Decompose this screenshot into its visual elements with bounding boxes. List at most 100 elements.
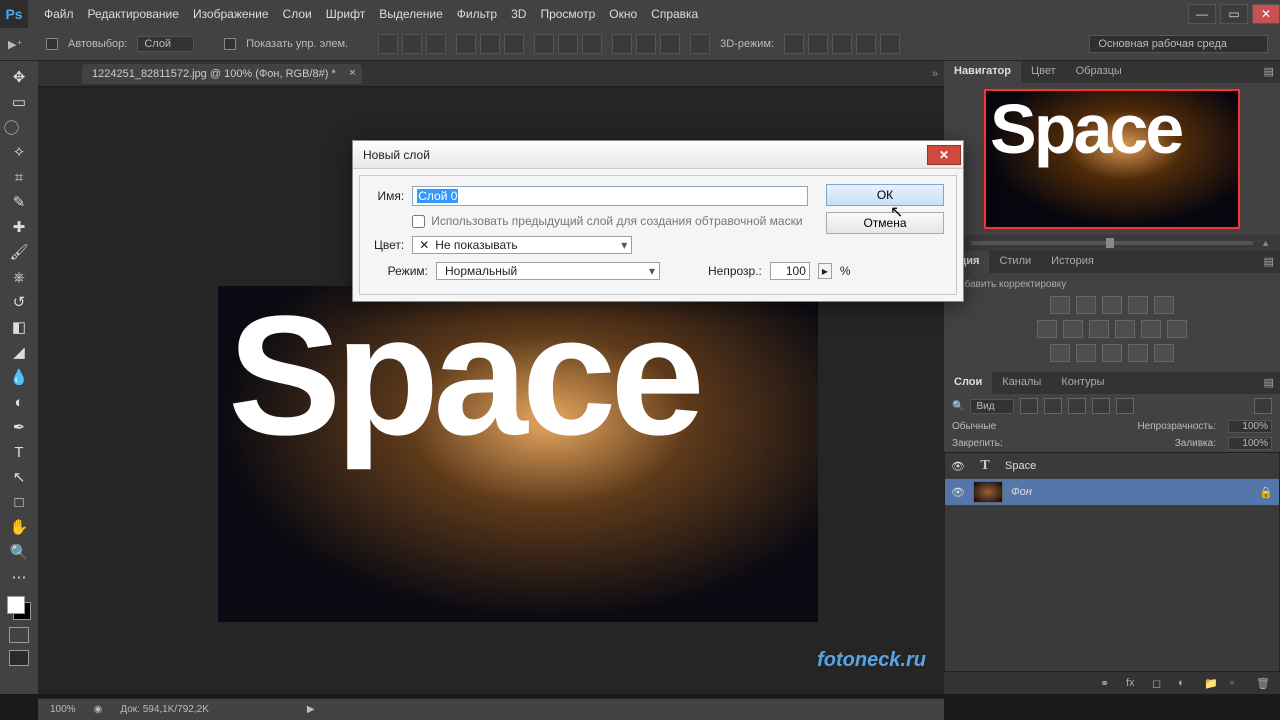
- shape-tool-icon[interactable]: □: [5, 490, 33, 514]
- brush-tool-icon[interactable]: 🖌: [5, 240, 33, 264]
- distribute-icon[interactable]: [636, 34, 656, 54]
- lasso-tool-icon[interactable]: ⃝: [5, 115, 33, 139]
- filter-toggle-icon[interactable]: [1254, 398, 1272, 414]
- adj-icon[interactable]: [1037, 320, 1057, 338]
- adj-icon[interactable]: [1115, 320, 1135, 338]
- filter-smart-icon[interactable]: [1116, 398, 1134, 414]
- mode-dropdown[interactable]: Нормальный ▾: [436, 262, 660, 280]
- 3d-icon[interactable]: [808, 34, 828, 54]
- ok-button[interactable]: ОК: [826, 184, 944, 206]
- zoom-level[interactable]: 100%: [50, 704, 76, 715]
- dialog-opacity-input[interactable]: 100: [770, 262, 810, 280]
- crop-tool-icon[interactable]: ⌗: [5, 165, 33, 189]
- menu-view[interactable]: Просмотр: [540, 7, 595, 21]
- adj-icon[interactable]: [1128, 296, 1148, 314]
- align-icon[interactable]: [378, 34, 398, 54]
- tab-styles[interactable]: Стили: [989, 251, 1041, 273]
- layer-name[interactable]: Фон: [1011, 486, 1251, 498]
- adj-icon[interactable]: [1167, 320, 1187, 338]
- name-input[interactable]: Слой 0: [412, 186, 808, 206]
- align-icon[interactable]: [456, 34, 476, 54]
- hand-tool-icon[interactable]: ✋: [5, 515, 33, 539]
- mask-icon[interactable]: ◻: [1152, 677, 1168, 690]
- 3d-icon[interactable]: [856, 34, 876, 54]
- arrange-icon[interactable]: [690, 34, 710, 54]
- minimize-button[interactable]: —: [1188, 4, 1216, 24]
- opacity-value[interactable]: 100%: [1228, 420, 1272, 433]
- tab-color[interactable]: Цвет: [1021, 61, 1066, 83]
- adj-icon[interactable]: [1050, 296, 1070, 314]
- tab-layers[interactable]: Слои: [944, 372, 992, 394]
- tab-paths[interactable]: Контуры: [1051, 372, 1114, 394]
- type-tool-icon[interactable]: T: [5, 440, 33, 464]
- move-tool-icon[interactable]: ✥: [5, 65, 33, 89]
- panel-menu-icon[interactable]: ▤: [1258, 372, 1280, 394]
- folder-icon[interactable]: 📁: [1204, 677, 1220, 690]
- tab-overflow-icon[interactable]: »: [932, 68, 938, 80]
- menu-file[interactable]: Файл: [44, 7, 74, 21]
- align-icon[interactable]: [480, 34, 500, 54]
- align-icon[interactable]: [504, 34, 524, 54]
- workspace-selector[interactable]: Основная рабочая среда: [1089, 35, 1268, 53]
- marquee-tool-icon[interactable]: ▭: [5, 90, 33, 114]
- navigator-thumbnail[interactable]: Space: [984, 89, 1240, 229]
- color-dropdown[interactable]: ✕ Не показывать ▾: [412, 236, 632, 254]
- panel-menu-icon[interactable]: ▤: [1258, 61, 1280, 83]
- tab-history[interactable]: История: [1041, 251, 1104, 273]
- maximize-button[interactable]: ▭: [1220, 4, 1248, 24]
- menu-filter[interactable]: Фильтр: [457, 7, 497, 21]
- adj-icon[interactable]: [1128, 344, 1148, 362]
- screenmode-icon[interactable]: [9, 650, 29, 666]
- filter-type-icon[interactable]: [1068, 398, 1086, 414]
- new-layer-icon[interactable]: ▫: [1230, 677, 1246, 689]
- pen-tool-icon[interactable]: ✒: [5, 415, 33, 439]
- tab-swatches[interactable]: Образцы: [1066, 61, 1132, 83]
- 3d-icon[interactable]: [880, 34, 900, 54]
- adj-icon[interactable]: [1089, 320, 1109, 338]
- dialog-titlebar[interactable]: Новый слой ✕: [353, 141, 963, 169]
- panel-menu-icon[interactable]: ▤: [1258, 251, 1280, 273]
- trash-icon[interactable]: 🗑: [1256, 677, 1272, 690]
- more-tools-icon[interactable]: ⋯: [5, 565, 33, 589]
- eraser-tool-icon[interactable]: ◧: [5, 315, 33, 339]
- blur-tool-icon[interactable]: 💧: [5, 365, 33, 389]
- distribute-icon[interactable]: [534, 34, 554, 54]
- adj-icon[interactable]: [1050, 344, 1070, 362]
- adj-icon[interactable]: [1154, 344, 1174, 362]
- filter-pixel-icon[interactable]: [1020, 398, 1038, 414]
- menu-edit[interactable]: Редактирование: [88, 7, 179, 21]
- link-icon[interactable]: ⚭: [1100, 677, 1116, 690]
- autoselect-dropdown[interactable]: Слой: [137, 36, 194, 52]
- distribute-icon[interactable]: [582, 34, 602, 54]
- foreground-color[interactable]: [7, 596, 25, 614]
- align-icon[interactable]: [426, 34, 446, 54]
- menu-layers[interactable]: Слои: [283, 7, 312, 21]
- distribute-icon[interactable]: [660, 34, 680, 54]
- wand-tool-icon[interactable]: ✧: [5, 140, 33, 164]
- close-tab-icon[interactable]: ×: [349, 67, 355, 79]
- layer-row[interactable]: 👁 Фон 🔒: [945, 479, 1279, 505]
- tab-channels[interactable]: Каналы: [992, 372, 1051, 394]
- history-brush-icon[interactable]: ↺: [5, 290, 33, 314]
- menu-type[interactable]: Шрифт: [326, 7, 365, 21]
- clip-checkbox[interactable]: [412, 215, 425, 228]
- adj-icon[interactable]: [1141, 320, 1161, 338]
- layer-row[interactable]: 👁 T Space: [945, 453, 1279, 479]
- tab-navigator[interactable]: Навигатор: [944, 61, 1021, 83]
- adj-icon[interactable]: [1102, 296, 1122, 314]
- filter-adjust-icon[interactable]: [1044, 398, 1062, 414]
- 3d-icon[interactable]: [832, 34, 852, 54]
- close-window-button[interactable]: ✕: [1252, 4, 1280, 24]
- menu-select[interactable]: Выделение: [379, 7, 443, 21]
- fx-icon[interactable]: fx: [1126, 677, 1142, 689]
- adj-icon[interactable]: [1076, 344, 1096, 362]
- layer-name[interactable]: Space: [1005, 460, 1273, 472]
- show-transform-checkbox[interactable]: [224, 38, 236, 50]
- fill-value[interactable]: 100%: [1228, 437, 1272, 450]
- document-tab[interactable]: 1224251_82811572.jpg @ 100% (Фон, RGB/8#…: [82, 64, 362, 84]
- adjustment-icon[interactable]: ◐: [1178, 677, 1194, 689]
- menu-window[interactable]: Окно: [609, 7, 637, 21]
- dialog-close-button[interactable]: ✕: [927, 145, 961, 165]
- menu-3d[interactable]: 3D: [511, 7, 526, 21]
- gradient-tool-icon[interactable]: ◢: [5, 340, 33, 364]
